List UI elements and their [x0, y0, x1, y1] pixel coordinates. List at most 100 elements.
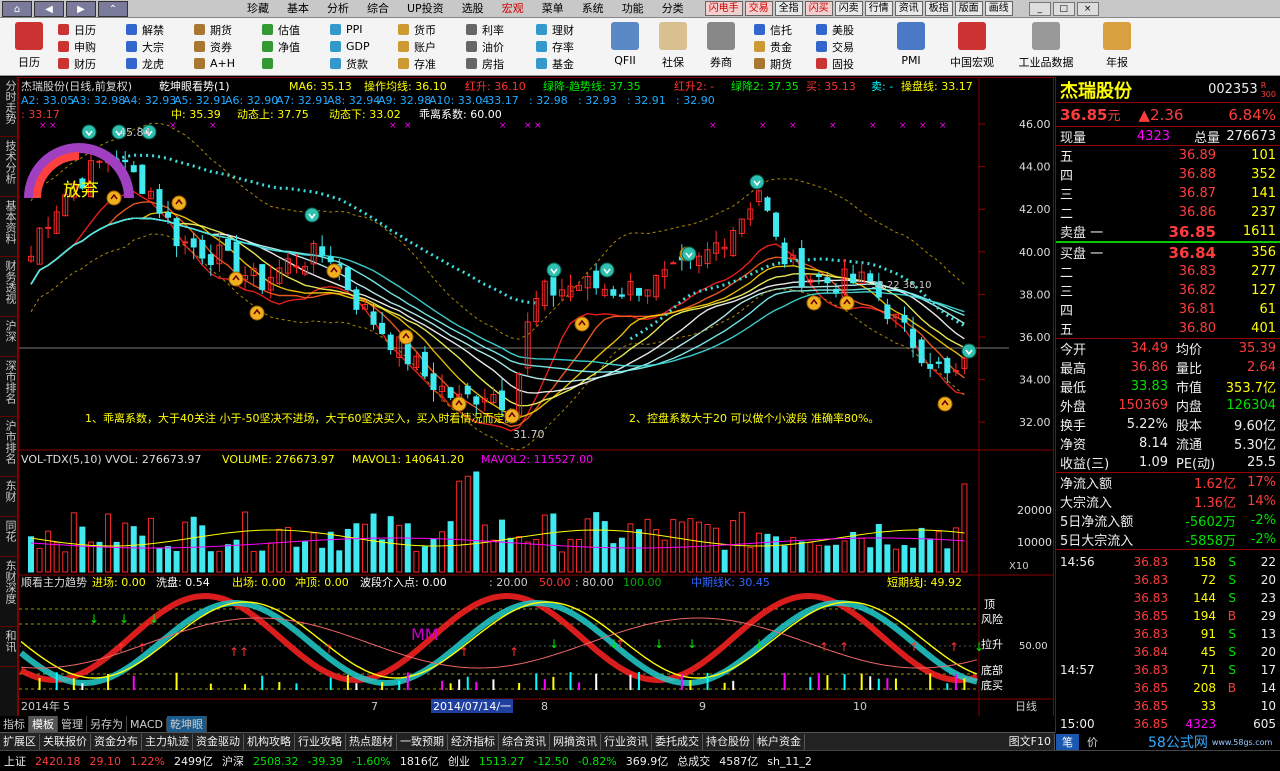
tool-ah[interactable]: A+H: [194, 55, 262, 72]
tool-qihuo[interactable]: 期货: [194, 21, 262, 38]
func-kuozhan[interactable]: 扩展区: [0, 733, 40, 750]
bid-row[interactable]: 三 36.82 127: [1056, 281, 1280, 300]
tool-gdp[interactable]: GDP: [330, 38, 398, 55]
menu-item-zhencang[interactable]: 珍藏: [238, 0, 278, 18]
tool-longhu[interactable]: 龙虎: [126, 55, 194, 72]
func-zijinfenbu[interactable]: 资金分布: [91, 733, 142, 750]
close-button[interactable]: ×: [1076, 1, 1099, 16]
tool-ppi[interactable]: PPI: [330, 21, 398, 38]
tab-jishu[interactable]: 技术分析: [0, 137, 20, 197]
quick-banmian[interactable]: 版面: [954, 1, 983, 16]
tab-hushi[interactable]: 沪市排名: [0, 417, 20, 477]
tool-caili[interactable]: 财历: [58, 55, 126, 72]
restore-button[interactable]: □: [1052, 1, 1075, 16]
chart-frame[interactable]: 46.00 44.00 42.00 40.00 38.00 36.00 34.00 32.00…: [18, 77, 1054, 717]
tool-jiejin[interactable]: 解禁: [126, 21, 194, 38]
ask-row[interactable]: 卖盘 一 36.85 1611: [1056, 222, 1280, 241]
tab-fenshi[interactable]: 分时走势: [0, 77, 20, 137]
bid-row[interactable]: 买盘 一 36.84 356: [1056, 243, 1280, 263]
func-weituo[interactable]: 委托成交: [652, 733, 703, 750]
quanshang-button[interactable]: 券商: [696, 20, 746, 74]
tab-tonghua[interactable]: 同花: [0, 517, 20, 557]
forward-icon[interactable]: ▶: [66, 0, 96, 17]
up-icon[interactable]: ⌃: [98, 0, 128, 17]
china-macro-button[interactable]: 中国宏观: [944, 20, 1000, 74]
ask-row[interactable]: 二 36.86 237: [1056, 203, 1280, 222]
quick-jiaoyi[interactable]: 交易: [744, 1, 773, 16]
quick-banzhi[interactable]: 板指: [924, 1, 953, 16]
func-guanlian[interactable]: 关联报价: [40, 733, 91, 750]
tool-qihuo2[interactable]: 期货: [754, 55, 816, 72]
func-hangyezixun[interactable]: 行业资讯: [601, 733, 652, 750]
quick-shanmai2[interactable]: 闪卖: [834, 1, 863, 16]
tool-guijin[interactable]: 贵金: [754, 38, 816, 55]
qfii-button[interactable]: QFII: [600, 20, 650, 74]
tool-cunlv[interactable]: 存率: [536, 38, 596, 55]
menu-item-up[interactable]: UP投资: [398, 0, 453, 18]
pmi-button[interactable]: PMI: [886, 20, 936, 74]
tool-fangzhi[interactable]: 房指: [466, 55, 534, 72]
tool-lilv[interactable]: 利率: [466, 21, 534, 38]
func-jigou[interactable]: 机构攻略: [244, 733, 295, 750]
func-redian[interactable]: 热点题材: [346, 733, 397, 750]
tool-licai[interactable]: 理财: [536, 21, 596, 38]
tool-rili2[interactable]: 申购: [58, 38, 126, 55]
func-f10[interactable]: 图文F10: [1006, 733, 1055, 750]
func-chicang[interactable]: 持仓股份: [703, 733, 754, 750]
tab-jia[interactable]: 价: [1079, 734, 1106, 750]
menu-item-xuangu[interactable]: 选股: [453, 0, 493, 18]
tool-zhanghu[interactable]: 账户: [398, 38, 466, 55]
tab-zhibiao[interactable]: 指标: [0, 716, 29, 732]
func-hangye[interactable]: 行业攻略: [295, 733, 346, 750]
home-icon[interactable]: ⌂: [2, 0, 32, 17]
menu-item-gongneng[interactable]: 功能: [613, 0, 653, 18]
tool-xintuo[interactable]: 信托: [754, 21, 816, 38]
shebao-button[interactable]: 社保: [648, 20, 698, 74]
tool-jijin[interactable]: 基金: [536, 55, 596, 72]
menu-item-jiben[interactable]: 基本: [278, 0, 318, 18]
tab-lingcunwei[interactable]: 另存为: [87, 716, 127, 732]
func-jingji[interactable]: 经济指标: [448, 733, 499, 750]
back-icon[interactable]: ◀: [34, 0, 64, 17]
tab-dongcai[interactable]: 东财: [0, 477, 20, 517]
quick-hangqing[interactable]: 行情: [864, 1, 893, 16]
annual-report-button[interactable]: 年报: [1092, 20, 1142, 74]
kline-chart[interactable]: 46.00 44.00 42.00 40.00 38.00 36.00 34.00 32.00…: [19, 78, 1053, 716]
ask-row[interactable]: 四 36.88 352: [1056, 165, 1280, 184]
indicator-name[interactable]: 乾坤眼看势(1): [159, 79, 230, 93]
tool-jiaoyi[interactable]: 交易: [816, 38, 878, 55]
tab-bi[interactable]: 笔: [1056, 734, 1079, 750]
x-day[interactable]: 日线: [1015, 699, 1037, 713]
tab-jiben[interactable]: 基本资料: [0, 197, 20, 257]
industrial-data-button[interactable]: 工业品数据: [1010, 20, 1082, 74]
tool-huobi[interactable]: 货币: [398, 21, 466, 38]
bid-row[interactable]: 四 36.81 61: [1056, 300, 1280, 319]
menu-item-xitong[interactable]: 系统: [573, 0, 613, 18]
tool-huokuan[interactable]: 货款: [330, 55, 398, 72]
tool-meigu[interactable]: 美股: [816, 21, 878, 38]
tab-shenshi[interactable]: 深市排名: [0, 357, 20, 417]
func-zijinqudong[interactable]: 资金驱动: [193, 733, 244, 750]
menu-item-fenlei[interactable]: 分类: [653, 0, 693, 18]
tab-macd[interactable]: MACD: [127, 717, 167, 731]
quick-zixun[interactable]: 资讯: [894, 1, 923, 16]
func-wangzhai[interactable]: 网摘资讯: [550, 733, 601, 750]
tool-blank[interactable]: [262, 55, 330, 72]
bid-row[interactable]: 二 36.83 277: [1056, 262, 1280, 281]
tool-jingzhi[interactable]: 净值: [262, 38, 330, 55]
func-yizhi[interactable]: 一致预期: [397, 733, 448, 750]
tool-guzhi[interactable]: 估值: [262, 21, 330, 38]
tool-dazong[interactable]: 大宗: [126, 38, 194, 55]
func-zonghe[interactable]: 综合资讯: [499, 733, 550, 750]
tab-moban[interactable]: 模板: [29, 716, 58, 732]
quick-shandianshou[interactable]: 闪电手: [704, 1, 743, 16]
menu-item-fenxi[interactable]: 分析: [318, 0, 358, 18]
tab-qiankunyan[interactable]: 乾坤眼: [166, 716, 207, 732]
quick-huaxian[interactable]: 画线: [984, 1, 1013, 16]
tab-guanli[interactable]: 管理: [58, 716, 87, 732]
menu-item-caidan[interactable]: 菜单: [533, 0, 573, 18]
tab-caiwu[interactable]: 财务透视: [0, 257, 20, 317]
tab-hushen[interactable]: 沪深: [0, 317, 20, 357]
tab-dongcai-shendu[interactable]: 东财深度: [0, 557, 20, 627]
ask-row[interactable]: 三 36.87 141: [1056, 184, 1280, 203]
